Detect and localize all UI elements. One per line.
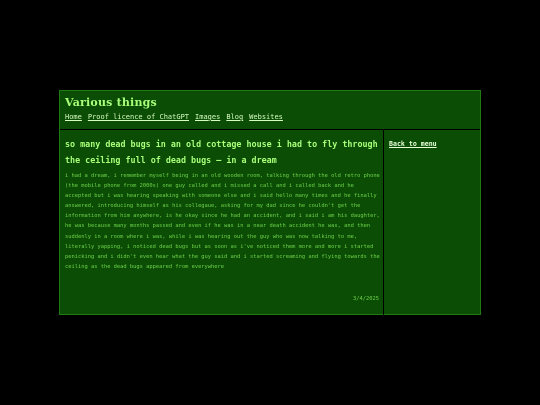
post-title: so many dead bugs in an old cottage hous… — [65, 139, 378, 165]
post-body: i had a dream, i remember myself being i… — [65, 173, 380, 270]
post-date: 3/4/2025 — [353, 296, 379, 302]
sidebar: Back to menu — [384, 130, 481, 315]
nav-link-proof-licence[interactable]: Proof licence of ChatGPT — [88, 113, 189, 121]
site-header: Various things Home Proof licence of Chat… — [60, 91, 480, 130]
post-content: so many dead bugs in an old cottage hous… — [60, 130, 384, 315]
nav-link-websites[interactable]: Websites — [249, 113, 283, 121]
nav-link-images[interactable]: Images — [195, 113, 220, 121]
site-title: Various things — [65, 96, 157, 109]
main-nav: Home Proof licence of ChatGPT Images Blog We… — [65, 113, 289, 121]
page-container: Various things Home Proof licence of Chat… — [59, 90, 481, 315]
back-to-menu-link[interactable]: Back to menu — [389, 140, 437, 148]
nav-link-home[interactable]: Home — [65, 113, 82, 121]
nav-link-blog[interactable]: Blog — [226, 113, 243, 121]
